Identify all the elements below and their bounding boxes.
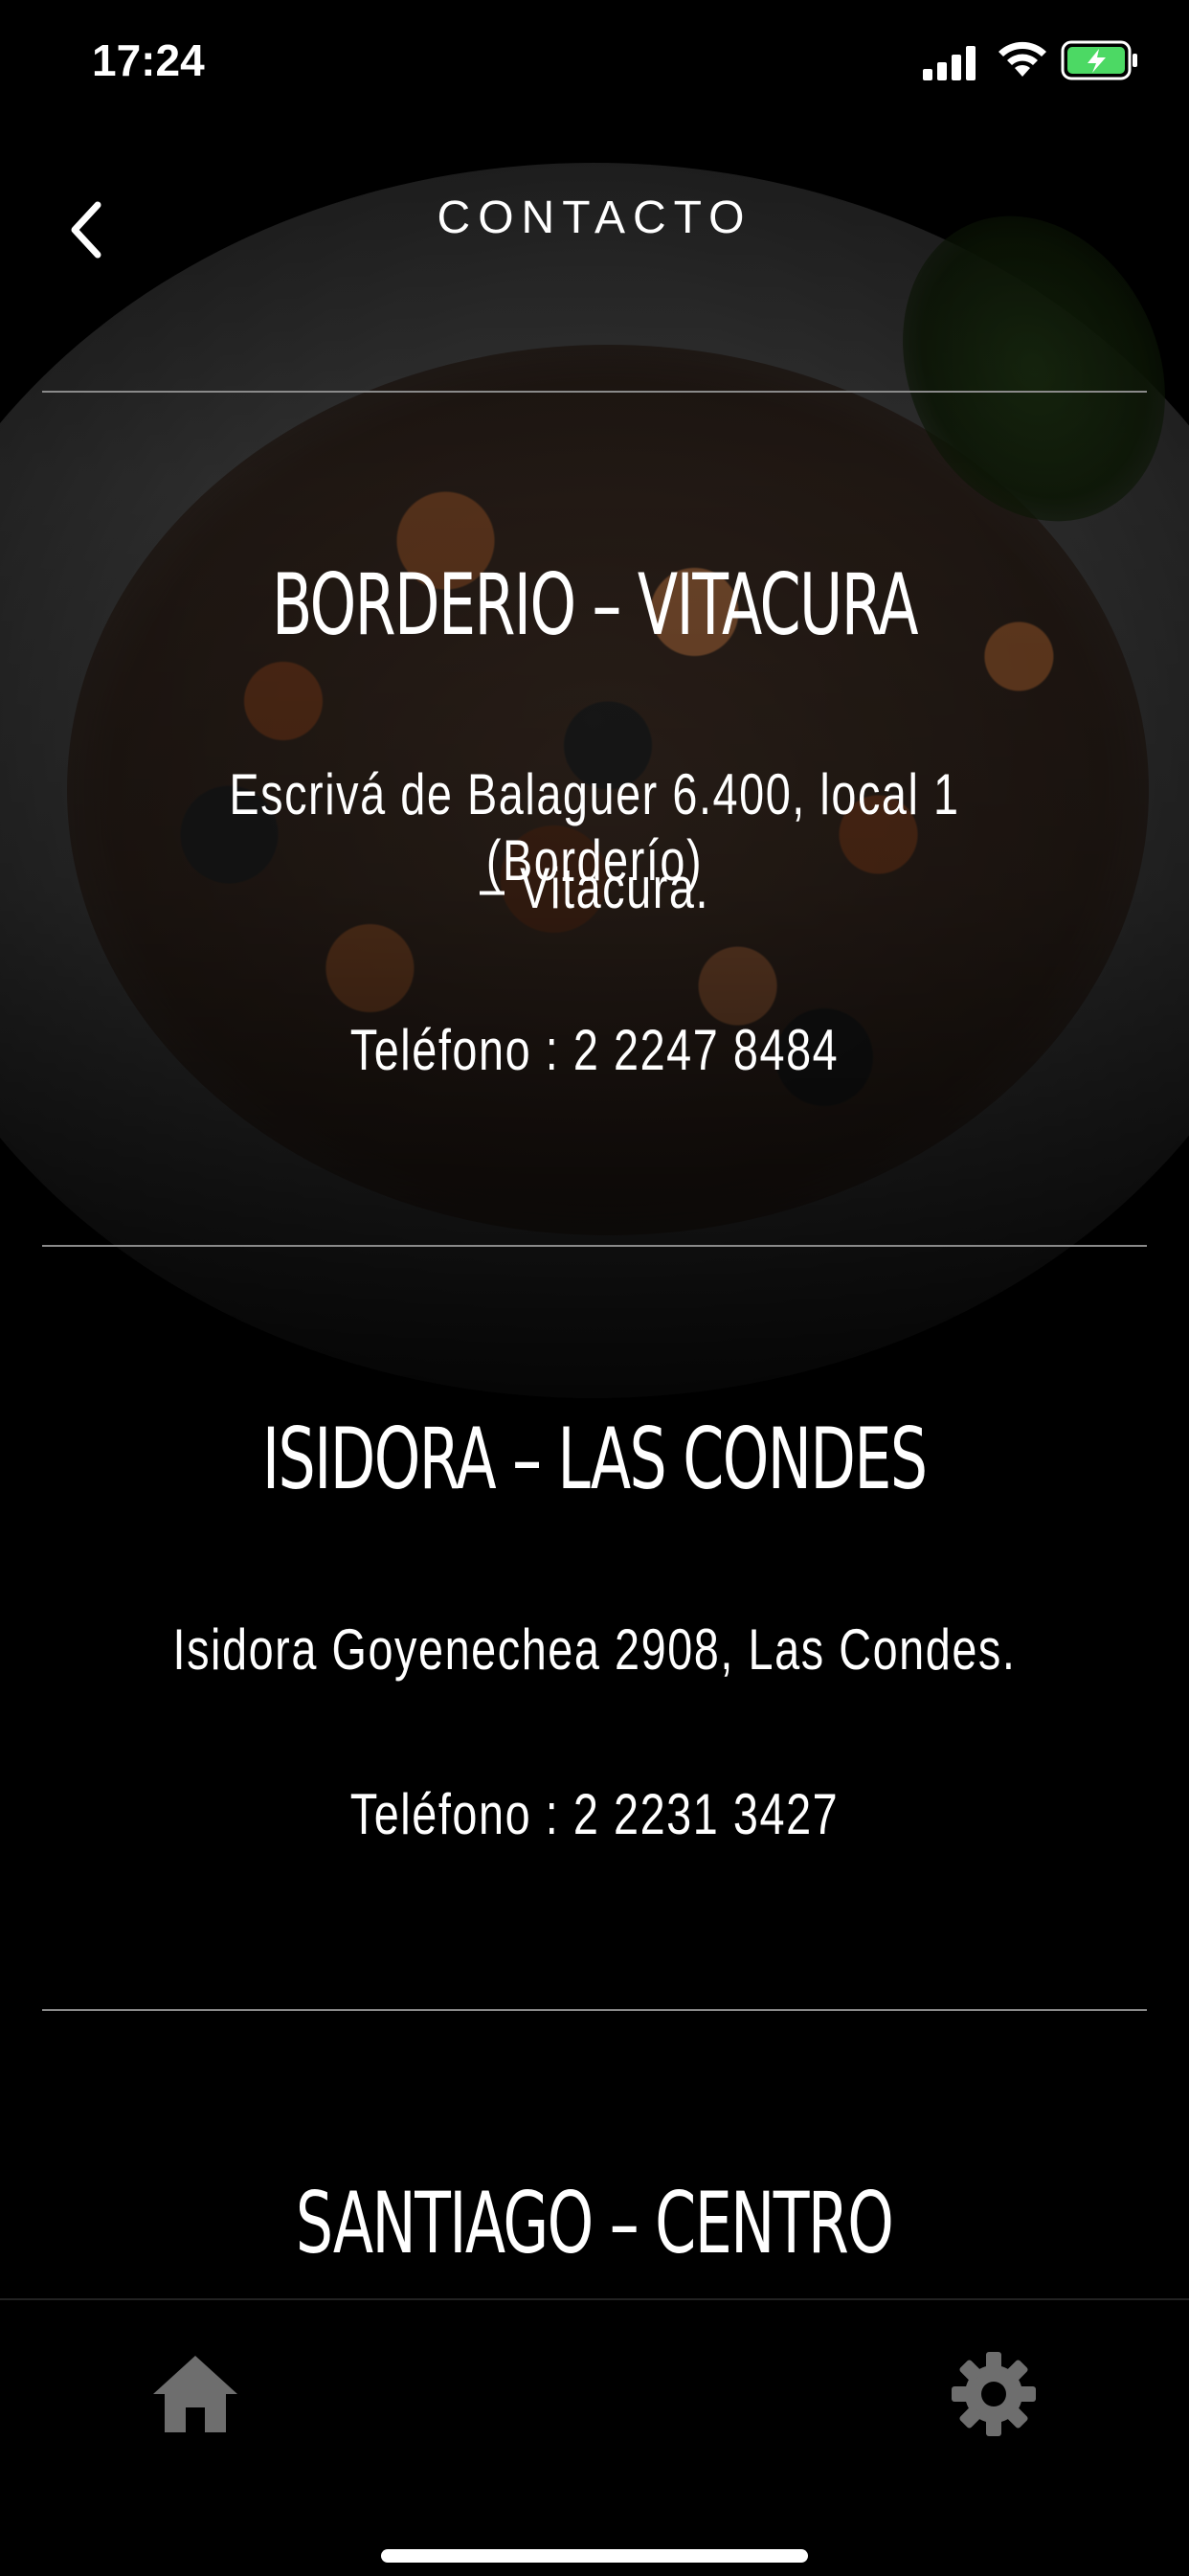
divider: [42, 2009, 1147, 2011]
page-title: CONTACTO: [437, 192, 752, 243]
location-vitacura: BORDERIO – VITACURA: [0, 555, 1189, 654]
location-santiago-centro: SANTIAGO – CENTRO: [0, 2174, 1189, 2272]
location-phone-row: Teléfono : 2 2247 8484: [0, 1017, 1189, 1083]
location-address-line2: – Vitacura.: [479, 856, 710, 920]
divider: [42, 391, 1147, 393]
home-indicator: [381, 2549, 808, 2563]
tab-bar: [0, 2298, 1189, 2576]
contact-list[interactable]: BORDERIO – VITACURA Escrivá de Balaguer …: [0, 0, 1189, 2298]
location-title: ISIDORA – LAS CONDES: [262, 1410, 928, 1508]
location-title: SANTIAGO – CENTRO: [296, 2174, 894, 2272]
location-address-line1: Isidora Goyenechea 2908, Las Condes.: [172, 1617, 1017, 1682]
nav-header: CONTACTO: [0, 163, 1189, 278]
settings-button[interactable]: [948, 2348, 1040, 2440]
location-title: BORDERIO – VITACURA: [272, 555, 918, 654]
location-address-cont: – Vitacura.: [0, 855, 1189, 921]
location-address: Isidora Goyenechea 2908, Las Condes.: [0, 1616, 1189, 1683]
divider: [42, 1245, 1147, 1247]
gear-icon: [952, 2352, 1036, 2436]
location-las-condes: ISIDORA – LAS CONDES: [0, 1410, 1189, 1508]
location-phone-row: Teléfono : 2 2231 3427: [0, 1781, 1189, 1847]
phone-link[interactable]: Teléfono : 2 2247 8484: [131, 1017, 1059, 1083]
home-icon: [153, 2356, 237, 2432]
home-button[interactable]: [149, 2348, 241, 2440]
phone-link[interactable]: Teléfono : 2 2231 3427: [131, 1781, 1059, 1847]
